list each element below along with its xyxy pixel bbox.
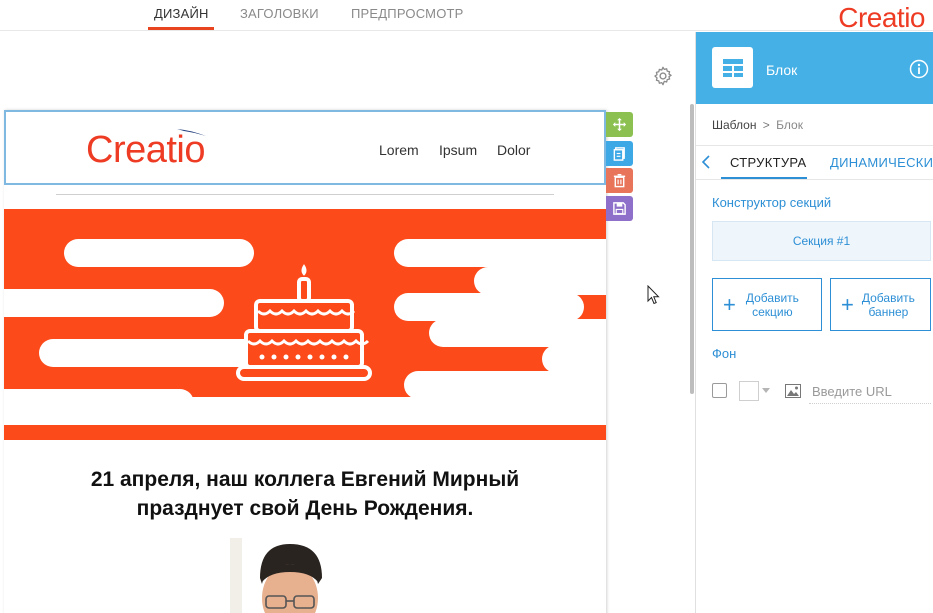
colleague-photo (230, 538, 350, 613)
move-block-button[interactable] (606, 112, 633, 137)
block-icon (712, 47, 753, 88)
copy-block-button[interactable] (606, 141, 633, 166)
active-tab-indicator (148, 27, 214, 30)
banner-cloud (4, 397, 606, 425)
add-banner-line: Добавить (861, 290, 915, 305)
breadcrumb-current: Блок (776, 118, 803, 132)
banner-cloud (429, 319, 606, 347)
email-header-block[interactable]: Creatio Lorem Ipsum Dolor (4, 110, 606, 185)
caret-down-icon[interactable] (762, 388, 770, 393)
tab-design[interactable]: ДИЗАЙН (154, 6, 209, 21)
image-icon[interactable] (785, 384, 801, 398)
banner-cloud (64, 239, 254, 267)
logo-swoosh-icon (177, 129, 206, 136)
add-section-line: секцию (752, 304, 793, 319)
tab-dynamic[interactable]: ДИНАМИЧЕСКИ (830, 155, 933, 170)
headline-line: празднует свой День Рождения. (136, 497, 474, 520)
headline-line: 21 апреля, наш коллега Евгений Мирный (90, 468, 520, 491)
breadcrumb: Шаблон > Блок (712, 118, 803, 132)
info-icon[interactable] (909, 59, 929, 79)
mouse-cursor-icon (647, 285, 660, 305)
plus-icon: + (723, 291, 736, 317)
add-section-line: Добавить (745, 290, 799, 305)
email-nav-link[interactable]: Lorem (379, 142, 419, 158)
background-url-input[interactable] (809, 380, 931, 404)
delete-block-button[interactable] (606, 168, 633, 193)
background-color-swatch[interactable] (739, 381, 759, 401)
banner-cloud (404, 371, 606, 399)
banner-cloud (474, 267, 606, 295)
background-title: Фон (712, 346, 737, 361)
banner-cloud (542, 345, 606, 373)
section-builder-title: Конструктор секций (712, 195, 832, 210)
cake-icon (236, 264, 372, 381)
add-section-label: Добавить секцию (746, 291, 799, 319)
chevron-left-icon[interactable] (701, 155, 711, 169)
panel-tab-divider (696, 179, 933, 180)
brand-logo: Creatio (838, 2, 925, 33)
tab-headers[interactable]: ЗАГОЛОВКИ (240, 6, 319, 21)
banner-cloud (4, 289, 224, 317)
top-tab-bar: ДИЗАЙН ЗАГОЛОВКИ ПРЕДПРОСМОТР Creatio (0, 0, 933, 33)
birthday-headline: 21 апреля, наш коллега Евгений Мирный пр… (4, 465, 606, 523)
add-banner-button[interactable]: + Добавить баннер (830, 278, 931, 331)
background-checkbox[interactable] (712, 383, 727, 398)
move-icon (612, 117, 627, 132)
panel-header: Блок (696, 32, 933, 104)
plus-icon: + (841, 291, 854, 317)
save-icon (613, 202, 626, 215)
panel-title: Блок (766, 62, 798, 78)
banner-cloud (394, 239, 606, 267)
birthday-banner (4, 209, 606, 440)
tab-structure[interactable]: СТРУКТУРА (730, 155, 807, 170)
add-banner-label: Добавить баннер (862, 291, 915, 319)
save-block-button[interactable] (606, 196, 633, 221)
email-nav-link[interactable]: Dolor (497, 142, 530, 158)
breadcrumb-divider (696, 145, 933, 146)
add-banner-line: баннер (868, 304, 909, 319)
banner-cloud (394, 293, 584, 321)
divider-line (56, 194, 554, 195)
copy-icon (613, 147, 625, 161)
breadcrumb-parent[interactable]: Шаблон (712, 118, 756, 132)
canvas-scrollbar[interactable] (690, 104, 694, 394)
email-nav-link[interactable]: Ipsum (439, 142, 477, 158)
add-section-button[interactable]: + Добавить секцию (712, 278, 822, 331)
tab-preview[interactable]: ПРЕДПРОСМОТР (351, 6, 464, 21)
section-item[interactable]: Секция #1 (712, 221, 931, 261)
properties-panel: Блок Шаблон > Блок СТРУКТУРА ДИНАМИЧЕСКИ… (696, 32, 933, 613)
breadcrumb-separator: > (762, 118, 770, 132)
gear-icon[interactable] (652, 65, 674, 87)
email-template: Creatio Lorem Ipsum Dolor 21 апреля, наш… (4, 110, 606, 613)
trash-icon (613, 173, 626, 188)
